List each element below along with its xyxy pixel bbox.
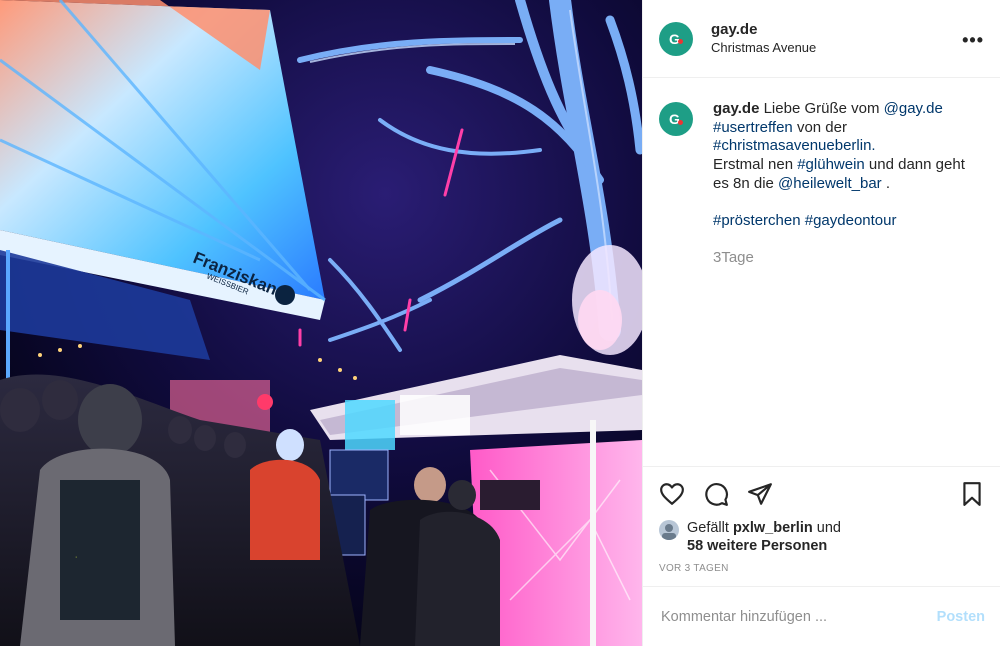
mention-link[interactable]: @gay.de <box>884 100 943 117</box>
header-text: gay.de Christmas Avenue <box>711 21 816 57</box>
post-side-panel: G gay.de Christmas Avenue ••• G gay.de L… <box>642 0 1000 646</box>
post-comment-button[interactable]: Posten <box>937 609 985 625</box>
caption-avatar[interactable]: G <box>659 102 693 136</box>
more-options-icon[interactable]: ••• <box>962 30 984 51</box>
comment-box: Posten <box>643 586 1000 646</box>
liked-by: Gefällt pxlw_berlin und 58 weitere Perso… <box>659 519 985 555</box>
liked-by-suffix: und <box>816 520 841 536</box>
post-header: G gay.de Christmas Avenue ••• <box>643 0 1000 78</box>
caption-text: Erstmal nen <box>713 156 798 174</box>
caption: G gay.de Liebe Grüße vom @gay.de #usertr… <box>643 78 1000 268</box>
post-age[interactable]: VOR 3 TAGEN <box>659 563 985 574</box>
liker-avatar[interactable] <box>659 520 679 540</box>
svg-text:ᐧ: ᐧ <box>75 553 77 562</box>
liked-by-prefix: Gefällt <box>687 520 729 536</box>
caption-text: Liebe Grüße vom <box>763 100 884 117</box>
action-icons <box>659 481 985 507</box>
hashtag-link[interactable]: #gaydeontour <box>805 212 897 229</box>
other-likers-link[interactable]: 58 weitere Personen <box>687 538 827 554</box>
hashtag-link[interactable]: #prösterchen <box>713 212 801 229</box>
hashtag-link[interactable]: #usertreffen <box>713 119 793 136</box>
caption-avatar-letter: G <box>669 111 680 127</box>
action-bar: Gefällt pxlw_berlin und 58 weitere Perso… <box>643 466 1000 574</box>
instagram-post: Franziskaner WEISSBIER ᐧ G gay.de Christ… <box>0 0 1000 646</box>
post-photo[interactable]: Franziskaner WEISSBIER ᐧ <box>0 0 642 646</box>
caption-username[interactable]: gay.de <box>713 100 759 117</box>
hashtag-link[interactable]: #christmasavenueberlin. <box>713 137 876 154</box>
header-location[interactable]: Christmas Avenue <box>711 39 816 57</box>
like-heart-icon[interactable] <box>659 481 685 507</box>
caption-body: gay.de Liebe Grüße vom @gay.de #usertref… <box>713 100 975 268</box>
bookmark-icon[interactable] <box>959 481 985 507</box>
avatar[interactable]: G <box>659 21 693 56</box>
caption-text: . <box>881 174 891 192</box>
christmas-market-photo: Franziskaner WEISSBIER ᐧ <box>0 0 642 646</box>
comment-icon[interactable] <box>703 481 729 507</box>
caption-text: von der <box>792 118 847 136</box>
liker-username[interactable]: pxlw_berlin <box>733 520 813 536</box>
share-send-icon[interactable] <box>747 481 773 507</box>
comment-input[interactable] <box>659 607 937 626</box>
mention-link[interactable]: @heilewelt_bar <box>778 175 882 192</box>
header-username[interactable]: gay.de <box>711 21 816 39</box>
caption-timestamp[interactable]: 3Tage <box>713 249 975 268</box>
hashtag-link[interactable]: #glühwein <box>797 156 865 173</box>
